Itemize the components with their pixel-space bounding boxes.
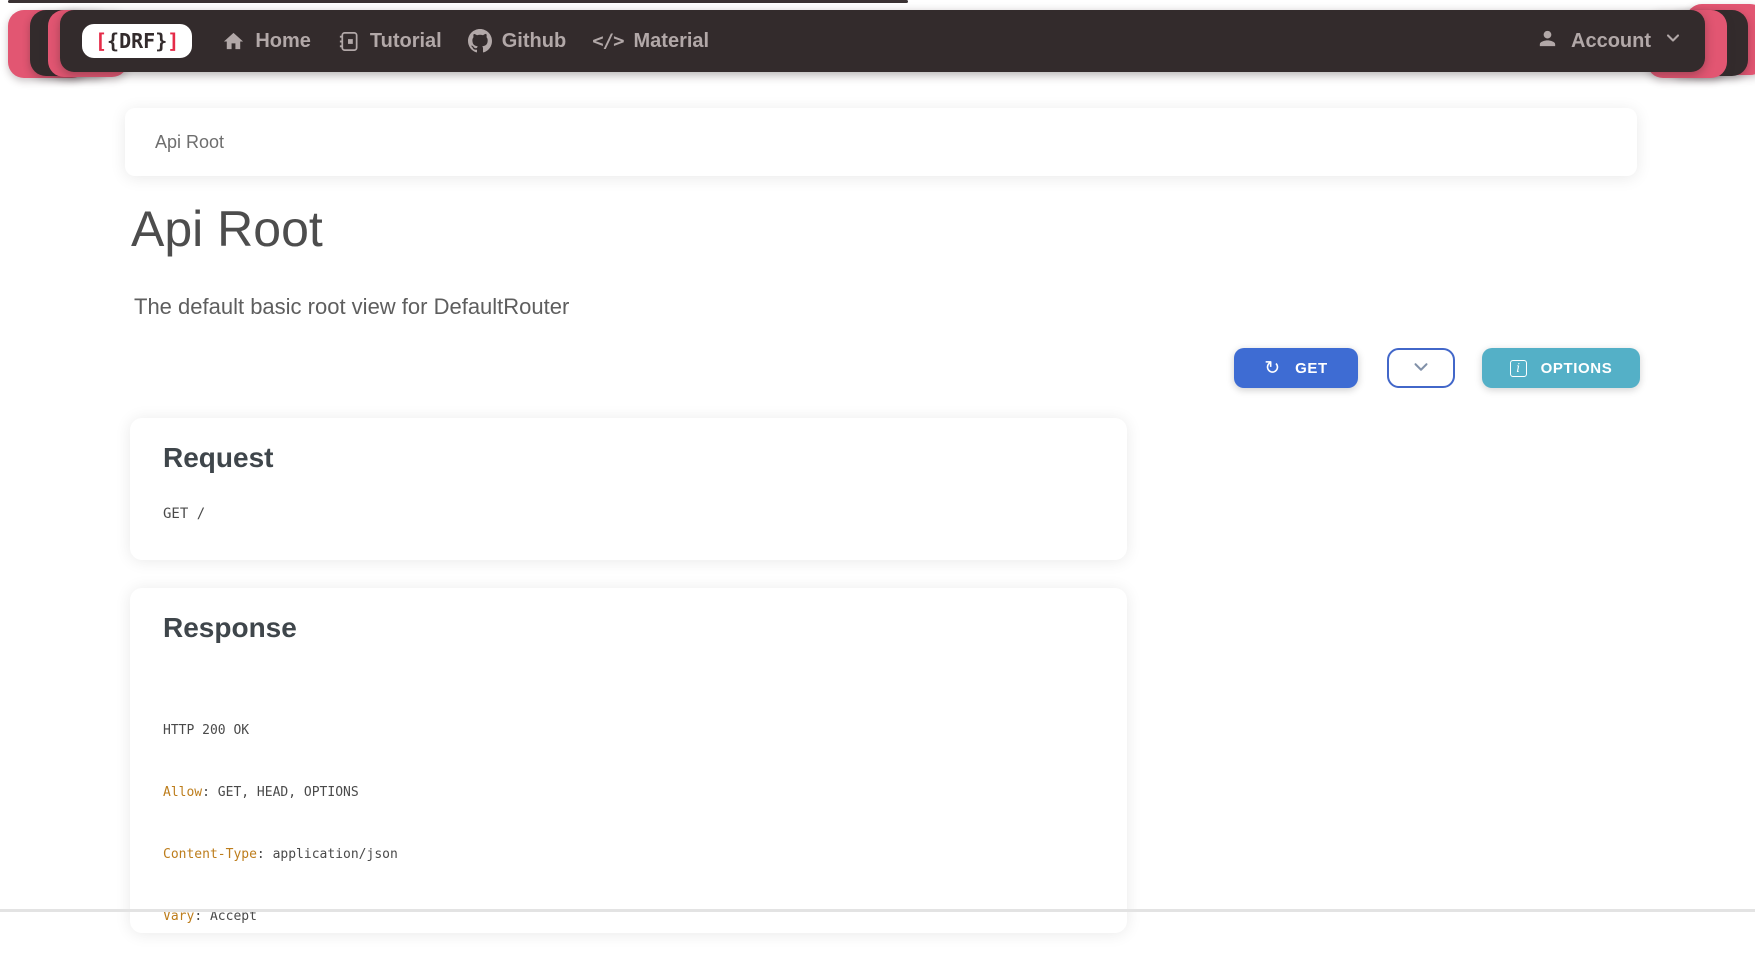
get-button-label: GET [1295,360,1328,377]
navbar-main: [{DRF}] Home [60,10,1705,72]
breadcrumb: Api Root [125,108,1637,176]
status-line: HTTP 200 OK [163,721,1094,742]
info-icon: i [1510,360,1527,377]
options-button[interactable]: i OPTIONS [1482,348,1640,388]
nav-item-material[interactable]: </> Material [592,30,709,53]
response-body: HTTP 200 OK Allow: GET, HEAD, OPTIONS Co… [163,680,1094,961]
page-subtitle: The default basic root view for DefaultR… [134,294,569,320]
nav-item-label: Material [634,30,710,53]
person-icon [1536,27,1559,56]
nav-item-label: Github [502,30,566,53]
code-icon: </> [592,30,623,52]
brand-bracket-close: ] [167,29,179,53]
response-heading: Response [163,612,1094,644]
breadcrumb-item: Api Root [155,132,224,153]
nav-item-home[interactable]: Home [222,30,311,53]
account-label: Account [1571,30,1651,53]
home-icon [222,30,245,53]
navbar-top-edge-decoration [8,0,908,3]
nav-item-tutorial[interactable]: Tutorial [337,30,442,53]
refresh-icon: ↻ [1264,359,1280,378]
brand-bracket-open: [ [95,29,107,53]
nav-item-label: Tutorial [370,30,442,53]
options-button-label: OPTIONS [1541,360,1613,377]
page: [{DRF}] Home [0,0,1755,961]
request-heading: Request [163,442,1094,474]
journal-icon [337,30,360,53]
response-card: Response HTTP 200 OK Allow: GET, HEAD, O… [130,588,1127,933]
brand-name: {DRF} [107,29,167,53]
chevron-down-icon [1410,356,1432,381]
divider [0,909,1755,912]
account-menu[interactable]: Account [1536,27,1683,56]
chevron-down-icon [1663,28,1683,54]
response-header-line: Allow: GET, HEAD, OPTIONS [163,783,1094,804]
format-dropdown-button[interactable] [1387,348,1455,388]
response-header-line: Content-Type: application/json [163,845,1094,866]
github-icon [468,29,492,53]
nav-item-label: Home [255,30,311,53]
request-card: Request GET / [130,418,1127,560]
request-line: GET / [163,504,1094,525]
page-title: Api Root [131,200,323,258]
nav-links: Home Tutorial [222,29,709,53]
brand-logo[interactable]: [{DRF}] [82,24,192,58]
nav-item-github[interactable]: Github [468,29,566,53]
get-button[interactable]: ↻ GET [1234,348,1358,388]
